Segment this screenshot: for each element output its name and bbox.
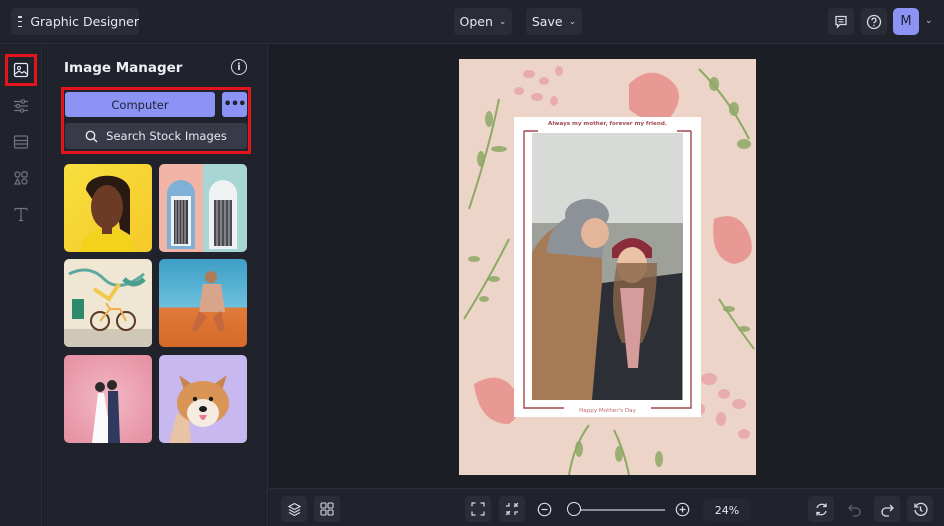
quote-text[interactable]: Always my mother, forever my friend. <box>514 121 701 127</box>
rail-item-adjustments[interactable] <box>5 90 37 122</box>
save-label: Save <box>531 14 563 29</box>
thumbnail-woman-yellow[interactable] <box>64 164 152 252</box>
zoom-level[interactable]: 24% <box>703 499 751 521</box>
thumbnail-bicycle[interactable] <box>64 259 152 347</box>
zoom-slider-track[interactable] <box>569 509 665 511</box>
open-button[interactable]: Open ⌄ <box>454 8 512 35</box>
sliders-icon <box>14 99 28 113</box>
panel-title: Image Manager <box>64 60 183 76</box>
text-icon <box>14 207 28 222</box>
rail-item-image-manager[interactable] <box>5 54 37 86</box>
image-icon <box>13 62 29 78</box>
grid-button[interactable] <box>314 496 340 522</box>
bottom-toolbar: 24% <box>269 488 944 526</box>
zoom-out-icon <box>537 502 551 516</box>
app-menu-button[interactable]: Graphic Designer <box>11 8 139 35</box>
thumbnail-image <box>191 271 225 331</box>
zoom-slider-handle[interactable] <box>567 502 582 516</box>
search-label: Search Stock Images <box>106 129 227 143</box>
zoom-in-button[interactable] <box>669 496 695 522</box>
open-label: Open <box>459 14 493 29</box>
shapes-icon <box>14 171 28 185</box>
photo-image <box>532 133 683 400</box>
expand-icon <box>471 502 485 516</box>
image-manager-panel: Image Manager i Computer ••• Search Stoc… <box>43 45 268 526</box>
history-icon <box>913 502 928 516</box>
zoom-out-button[interactable] <box>531 496 557 522</box>
undo-button[interactable] <box>841 496 867 522</box>
upload-computer-button[interactable]: Computer <box>65 92 215 117</box>
search-stock-images-button[interactable]: Search Stock Images <box>65 123 247 149</box>
fit-screen-button[interactable] <box>465 496 491 522</box>
layout-icon <box>13 135 29 149</box>
undo-icon <box>847 504 861 517</box>
thumbnail-image <box>167 180 237 249</box>
help-icon <box>866 14 882 29</box>
refresh-button[interactable] <box>808 496 834 522</box>
thumbnail-wedding[interactable] <box>64 355 152 443</box>
design-canvas[interactable]: Always my mother, forever my friend. Hap… <box>459 59 756 475</box>
redo-button[interactable] <box>874 496 900 522</box>
top-bar: Graphic Designer Open ⌄ Save ⌄ M ⌄ <box>0 0 944 44</box>
chevron-down-icon[interactable]: ⌄ <box>925 16 933 26</box>
mother-daughter-photo[interactable] <box>532 133 683 400</box>
hamburger-icon <box>18 16 23 27</box>
refresh-icon <box>815 503 827 515</box>
app-title: Graphic Designer <box>30 14 139 29</box>
chevron-down-icon: ⌄ <box>498 16 507 27</box>
tool-rail <box>0 45 42 526</box>
comment-icon <box>835 15 847 29</box>
comment-button[interactable] <box>828 8 854 35</box>
avatar-initial: M <box>900 14 912 29</box>
search-icon <box>85 130 98 143</box>
grid-icon <box>320 502 334 516</box>
layers-button[interactable] <box>281 496 307 522</box>
thumbnail-image <box>64 268 152 347</box>
thumbnail-doorways[interactable] <box>159 164 247 252</box>
rail-item-text[interactable] <box>5 198 37 230</box>
thumbnail-shiba-dog[interactable] <box>159 355 247 443</box>
rail-item-layouts[interactable] <box>5 126 37 158</box>
more-options-button[interactable]: ••• <box>222 92 247 117</box>
thumbnail-desert-man[interactable] <box>159 259 247 347</box>
actual-size-button[interactable] <box>499 496 525 522</box>
layers-icon <box>287 502 301 516</box>
footer-text[interactable]: Happy Mother's Day <box>514 408 701 414</box>
save-button[interactable]: Save ⌄ <box>526 8 582 35</box>
chevron-down-icon: ⌄ <box>568 16 577 27</box>
collapse-icon <box>505 502 519 516</box>
help-button[interactable] <box>861 8 887 35</box>
user-avatar[interactable]: M <box>893 8 919 35</box>
info-icon[interactable]: i <box>231 59 247 75</box>
photo-frame[interactable]: Always my mother, forever my friend. Hap… <box>514 117 701 417</box>
zoom-in-icon <box>675 502 689 516</box>
redo-icon <box>880 504 894 517</box>
history-button[interactable] <box>907 496 933 522</box>
thumbnail-image <box>92 380 120 443</box>
thumbnail-image <box>79 175 137 252</box>
thumbnail-image <box>169 375 229 443</box>
rail-item-graphics[interactable] <box>5 162 37 194</box>
